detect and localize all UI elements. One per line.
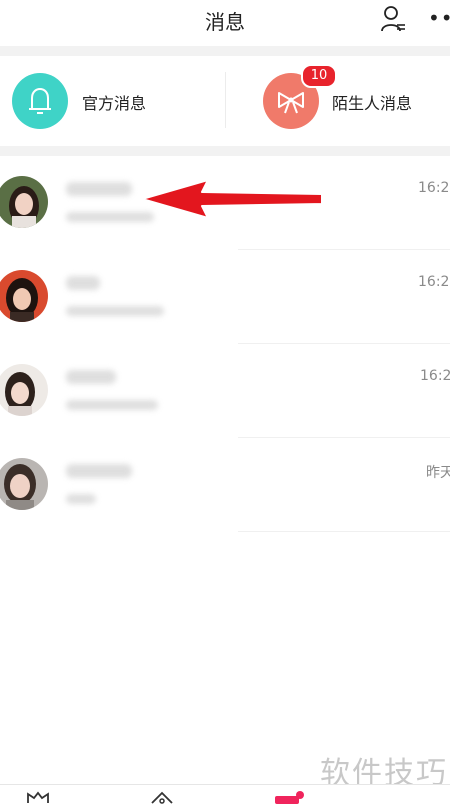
stranger-messages-label: 陌生人消息 bbox=[332, 94, 413, 113]
bell-icon bbox=[12, 73, 68, 129]
contact-name bbox=[66, 370, 116, 384]
official-messages-entry[interactable]: 官方消息 bbox=[0, 56, 225, 146]
official-messages-label: 官方消息 bbox=[82, 94, 147, 113]
message-preview bbox=[66, 306, 164, 316]
avatar bbox=[0, 458, 48, 510]
contacts-icon[interactable] bbox=[380, 4, 408, 34]
contact-name bbox=[66, 182, 132, 196]
message-time: 16:25 bbox=[418, 180, 450, 196]
message-preview bbox=[66, 494, 96, 504]
stranger-messages-entry[interactable]: 陌生人消息 bbox=[226, 56, 450, 146]
avatar bbox=[0, 270, 48, 322]
conversation-row[interactable]: 16:24 bbox=[0, 250, 450, 342]
contact-name bbox=[66, 276, 100, 290]
conversation-row[interactable]: 昨天 bbox=[0, 438, 450, 530]
message-categories: 官方消息 陌生人消息 bbox=[0, 56, 450, 146]
message-preview bbox=[66, 400, 158, 410]
top-bar: 消息 ••• bbox=[0, 0, 450, 44]
avatar bbox=[0, 176, 48, 228]
bottom-nav bbox=[0, 784, 450, 804]
avatar bbox=[0, 364, 48, 416]
unread-badge: 10 bbox=[301, 64, 337, 88]
more-icon[interactable]: ••• bbox=[428, 6, 450, 30]
nav-discover-icon[interactable] bbox=[150, 789, 174, 808]
row-divider bbox=[238, 531, 450, 532]
divider bbox=[0, 146, 450, 156]
nav-messages-icon[interactable] bbox=[274, 789, 306, 808]
message-time: 昨天 bbox=[426, 465, 450, 481]
contact-name bbox=[66, 464, 132, 478]
annotation-arrow bbox=[138, 176, 328, 222]
message-time: 16:24 bbox=[418, 274, 450, 290]
divider bbox=[0, 46, 450, 56]
message-time: 16:2 bbox=[420, 368, 450, 384]
nav-home-icon[interactable] bbox=[26, 789, 50, 808]
conversation-row[interactable]: 16:2 bbox=[0, 344, 450, 436]
